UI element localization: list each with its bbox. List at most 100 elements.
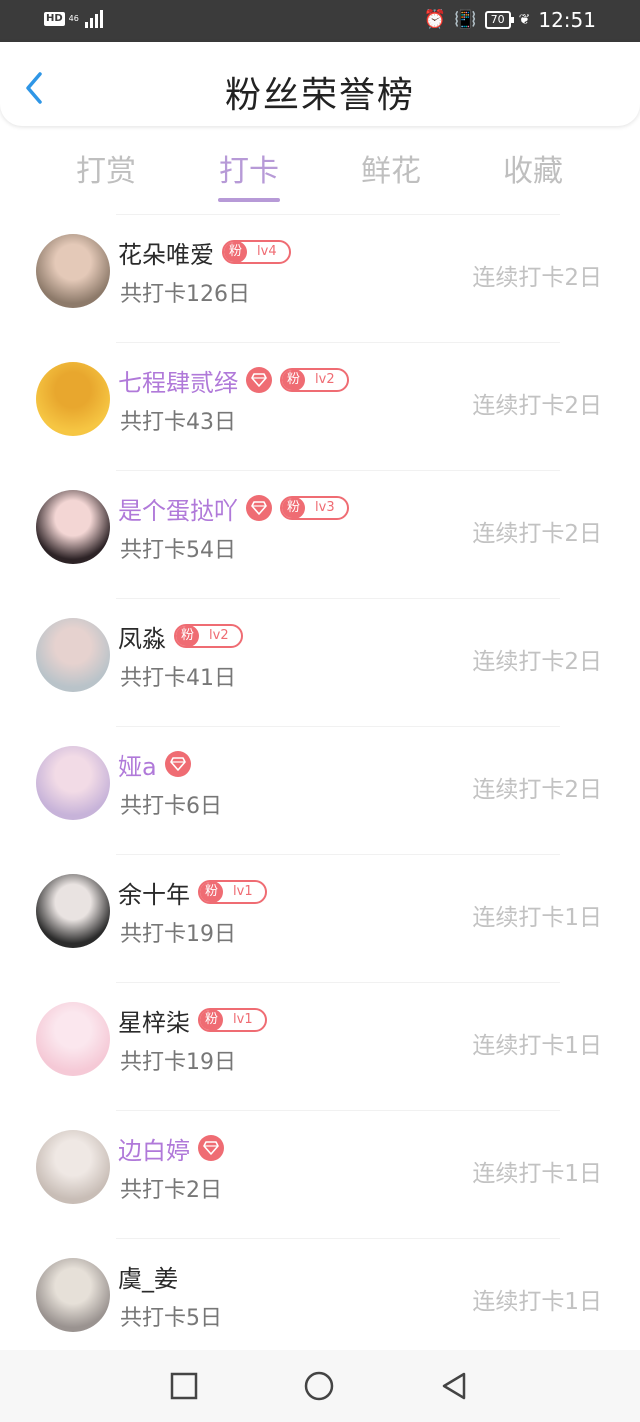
- list-item[interactable]: 花朵唯爱粉 lv4 共打卡126日 连续打卡2日: [0, 214, 640, 342]
- avatar[interactable]: [36, 1002, 110, 1076]
- diamond-icon: [198, 1135, 224, 1161]
- avatar[interactable]: [36, 1258, 110, 1332]
- total-checkins: 共打卡41日: [120, 666, 236, 691]
- status-right: ⏰ 📳 70 ❦ 12:51: [424, 8, 596, 32]
- username: 七程肆贰绎: [118, 368, 238, 397]
- streak-checkins: 连续打卡1日: [472, 1289, 602, 1315]
- fan-badge-label: 粉: [176, 626, 200, 646]
- username: 边白婷: [118, 1136, 190, 1165]
- avatar[interactable]: [36, 1130, 110, 1204]
- fan-level-badge: 粉 lv1: [198, 1008, 267, 1032]
- signal-icon: [84, 10, 103, 28]
- status-left: HD 46: [44, 10, 103, 28]
- avatar[interactable]: [36, 746, 110, 820]
- username-line: 边白婷: [118, 1130, 224, 1166]
- home-button[interactable]: [303, 1370, 335, 1402]
- username: 星梓柒: [118, 1008, 190, 1037]
- fan-level: lv1: [233, 884, 253, 899]
- list-item[interactable]: 余十年粉 lv1 共打卡19日 连续打卡1日: [0, 854, 640, 982]
- username: 余十年: [118, 880, 190, 909]
- streak-checkins: 连续打卡1日: [472, 1161, 602, 1187]
- total-checkins: 共打卡126日: [120, 282, 250, 307]
- hd-badge: HD: [44, 12, 65, 26]
- avatar[interactable]: [36, 234, 110, 308]
- diamond-icon: [164, 751, 191, 777]
- tab-bar: 打赏 打卡 鲜花 收藏: [0, 140, 640, 204]
- total-checkins: 共打卡19日: [120, 922, 236, 947]
- recents-button[interactable]: [168, 1370, 200, 1402]
- username: 是个蛋挞吖: [118, 496, 238, 525]
- recents-square-icon: [170, 1372, 198, 1400]
- list-item[interactable]: 七程肆贰绎 粉 lv2 共打卡43日 连续打卡2日: [0, 342, 640, 470]
- username: 娅a: [118, 752, 157, 781]
- diamond-icon: [246, 495, 272, 521]
- row-divider: [116, 1238, 560, 1239]
- leaf-icon: ❦: [518, 12, 531, 28]
- row-divider: [116, 726, 560, 727]
- username-line: 娅a: [118, 746, 191, 782]
- tab-flowers[interactable]: 鲜花: [331, 146, 451, 190]
- fan-badge-label: 粉: [200, 1010, 224, 1030]
- tab-checkin[interactable]: 打卡: [189, 146, 309, 190]
- total-checkins: 共打卡43日: [120, 410, 236, 435]
- avatar[interactable]: [36, 490, 110, 564]
- tab-tip[interactable]: 打赏: [46, 146, 166, 190]
- back-nav-button[interactable]: [438, 1370, 470, 1402]
- username-line: 七程肆贰绎 粉 lv2: [118, 362, 349, 398]
- fan-level-badge: 粉 lv4: [222, 240, 291, 264]
- row-divider: [116, 598, 560, 599]
- fan-level: lv2: [209, 628, 229, 643]
- list-item[interactable]: 娅a 共打卡6日 连续打卡2日: [0, 726, 640, 854]
- system-nav-bar: [0, 1350, 640, 1422]
- list-item[interactable]: 凤淼粉 lv2 共打卡41日 连续打卡2日: [0, 598, 640, 726]
- fan-level-badge: 粉 lv3: [280, 496, 349, 520]
- status-bar: HD 46 ⏰ 📳 70 ❦ 12:51: [0, 0, 640, 42]
- row-divider: [116, 470, 560, 471]
- row-divider: [116, 982, 560, 983]
- username: 花朵唯爱: [118, 240, 214, 269]
- row-divider: [116, 342, 560, 343]
- battery-icon: 70: [484, 11, 514, 29]
- back-triangle-icon: [442, 1372, 466, 1400]
- username-line: 星梓柒粉 lv1: [118, 1002, 267, 1038]
- list-item[interactable]: 星梓柒粉 lv1 共打卡19日 连续打卡1日: [0, 982, 640, 1110]
- streak-checkins: 连续打卡2日: [472, 649, 602, 675]
- streak-checkins: 连续打卡1日: [472, 905, 602, 931]
- diamond-icon: [246, 367, 272, 393]
- fan-level: lv4: [257, 244, 277, 259]
- home-circle-icon: [304, 1371, 334, 1401]
- total-checkins: 共打卡2日: [120, 1178, 222, 1203]
- alarm-icon: ⏰: [423, 9, 447, 30]
- username-line: 凤淼粉 lv2: [118, 618, 243, 654]
- list-item[interactable]: 虞_姜共打卡5日 连续打卡1日: [0, 1238, 640, 1366]
- streak-checkins: 连续打卡2日: [472, 777, 602, 803]
- username: 凤淼: [118, 624, 166, 653]
- fan-badge-label: 粉: [200, 882, 224, 902]
- row-divider: [116, 214, 560, 215]
- username-line: 花朵唯爱粉 lv4: [118, 234, 291, 270]
- active-tab-indicator: [218, 198, 280, 202]
- fan-level: lv2: [315, 372, 335, 387]
- fan-level-badge: 粉 lv2: [280, 368, 349, 392]
- streak-checkins: 连续打卡2日: [472, 521, 602, 547]
- fan-badge-label: 粉: [224, 242, 248, 262]
- streak-checkins: 连续打卡2日: [472, 265, 602, 291]
- username-line: 余十年粉 lv1: [118, 874, 267, 910]
- list-item[interactable]: 边白婷共打卡2日 连续打卡1日: [0, 1110, 640, 1238]
- total-checkins: 共打卡5日: [120, 1306, 222, 1331]
- list-item[interactable]: 是个蛋挞吖 粉 lv3 共打卡54日 连续打卡2日: [0, 470, 640, 598]
- tab-favorites[interactable]: 收藏: [473, 146, 593, 190]
- fan-level: lv3: [315, 500, 335, 515]
- fan-level: lv1: [233, 1012, 253, 1027]
- total-checkins: 共打卡54日: [120, 538, 236, 563]
- avatar[interactable]: [36, 874, 110, 948]
- fan-level-badge: 粉 lv2: [174, 624, 243, 648]
- total-checkins: 共打卡6日: [120, 794, 222, 819]
- username-line: 虞_姜: [118, 1258, 178, 1294]
- page-title: 粉丝荣誉榜: [224, 75, 415, 116]
- fan-level-badge: 粉 lv1: [198, 880, 267, 904]
- streak-checkins: 连续打卡2日: [472, 393, 602, 419]
- header: 粉丝荣誉榜: [0, 42, 640, 126]
- avatar[interactable]: [36, 362, 110, 436]
- avatar[interactable]: [36, 618, 110, 692]
